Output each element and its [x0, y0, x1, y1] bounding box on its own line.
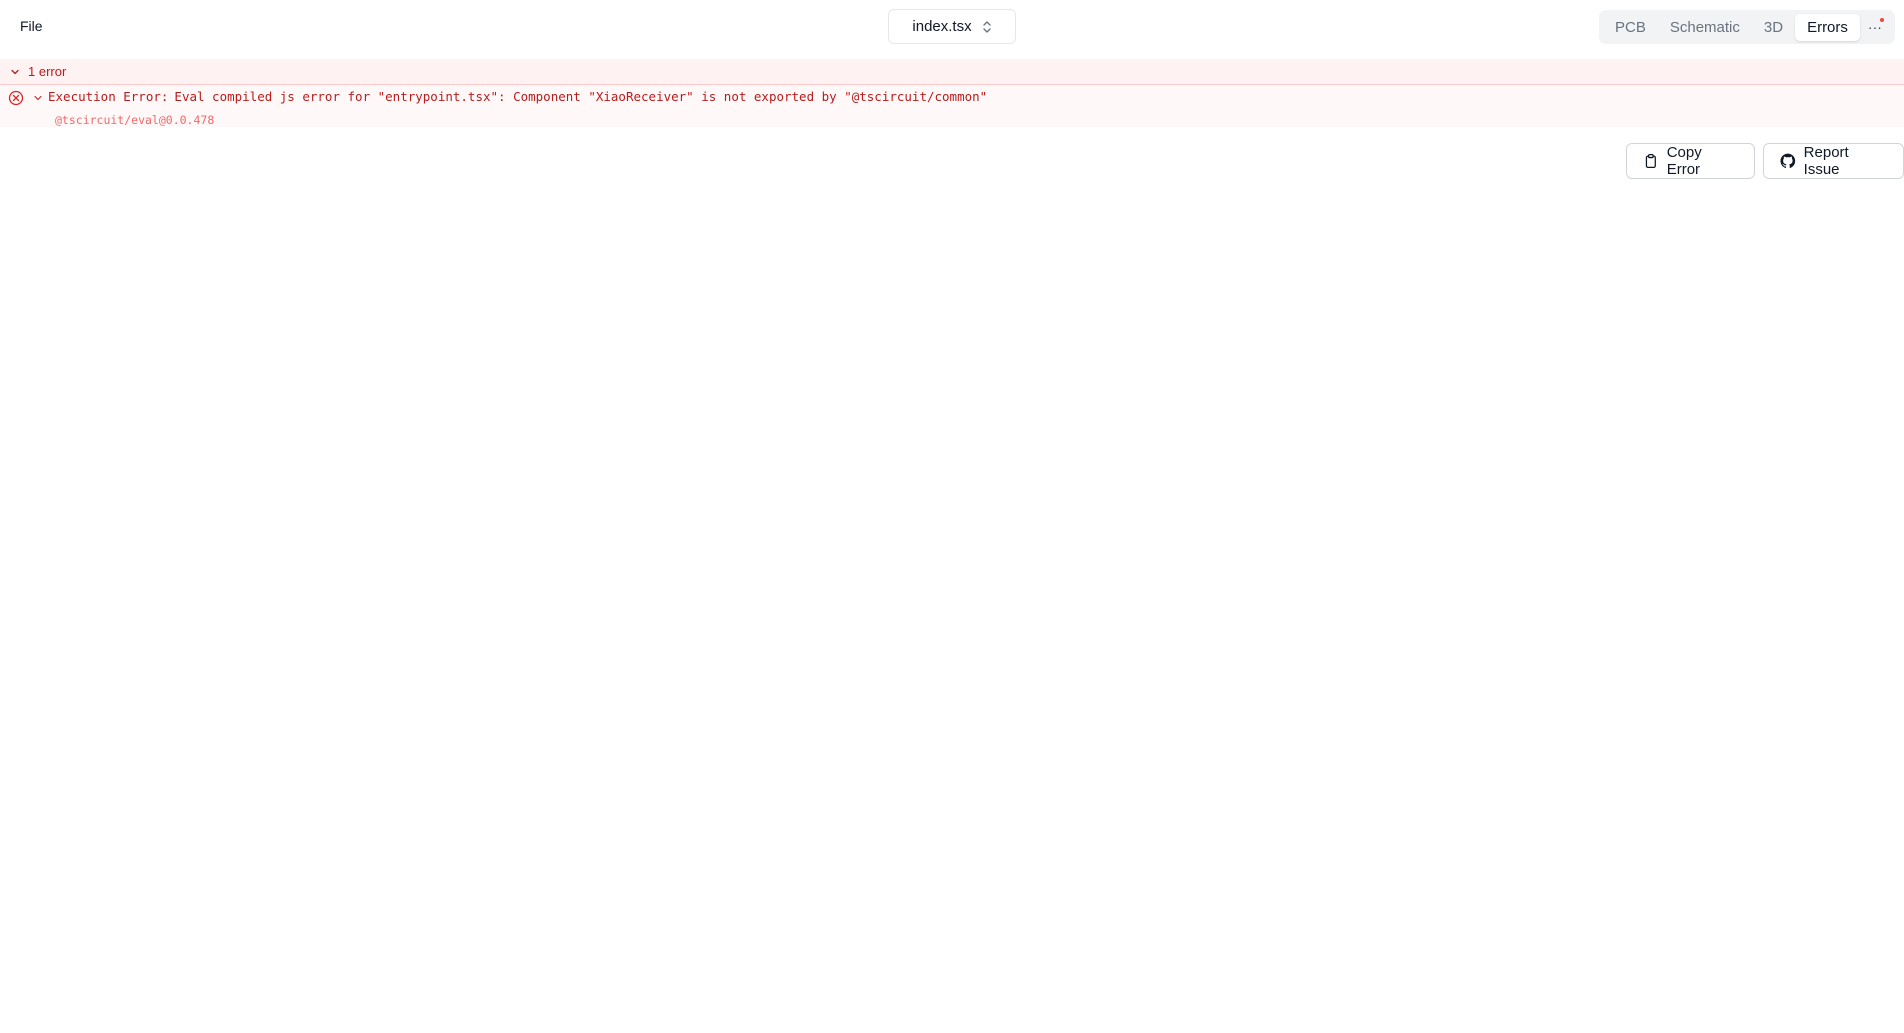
copy-error-label: Copy Error	[1666, 144, 1702, 178]
error-circle-icon	[8, 90, 24, 106]
file-menu[interactable]: File	[14, 16, 49, 36]
view-tabs: PCB Schematic 3D Errors ···	[1599, 10, 1895, 44]
error-type: Execution Error:	[48, 89, 169, 104]
chevron-down-icon	[11, 69, 19, 74]
clipboard-icon	[1645, 153, 1656, 169]
chevrons-up-down-icon	[982, 20, 991, 33]
notification-dot	[1879, 17, 1884, 22]
error-expand-chevron-icon[interactable]	[33, 93, 43, 103]
error-count: 1 error	[28, 64, 67, 79]
more-menu-button[interactable]: ···	[1860, 14, 1890, 41]
report-issue-button[interactable]: Report Issue	[1763, 143, 1904, 179]
error-message: Eval compiled js error for "entrypoint.t…	[174, 89, 988, 104]
error-source: @tscircuit/eval@0.0.478	[55, 113, 215, 127]
github-icon	[1780, 153, 1796, 168]
tab-errors[interactable]: Errors	[1795, 13, 1860, 41]
tab-pcb[interactable]: PCB	[1603, 14, 1658, 41]
report-issue-label: Report Issue	[1803, 144, 1849, 178]
file-selector[interactable]: index.tsx	[888, 9, 1016, 44]
error-message-line: Execution Error: Eval compiled js error f…	[48, 89, 987, 104]
top-bar: File index.tsx PCB Schematic 3D Errors ·…	[0, 0, 1904, 53]
tab-3d[interactable]: 3D	[1752, 14, 1795, 41]
copy-error-button[interactable]: Copy Error	[1626, 143, 1755, 179]
tab-schematic[interactable]: Schematic	[1658, 14, 1752, 41]
error-summary-toggle[interactable]: 1 error	[0, 59, 1904, 85]
file-selector-value: index.tsx	[912, 18, 972, 35]
